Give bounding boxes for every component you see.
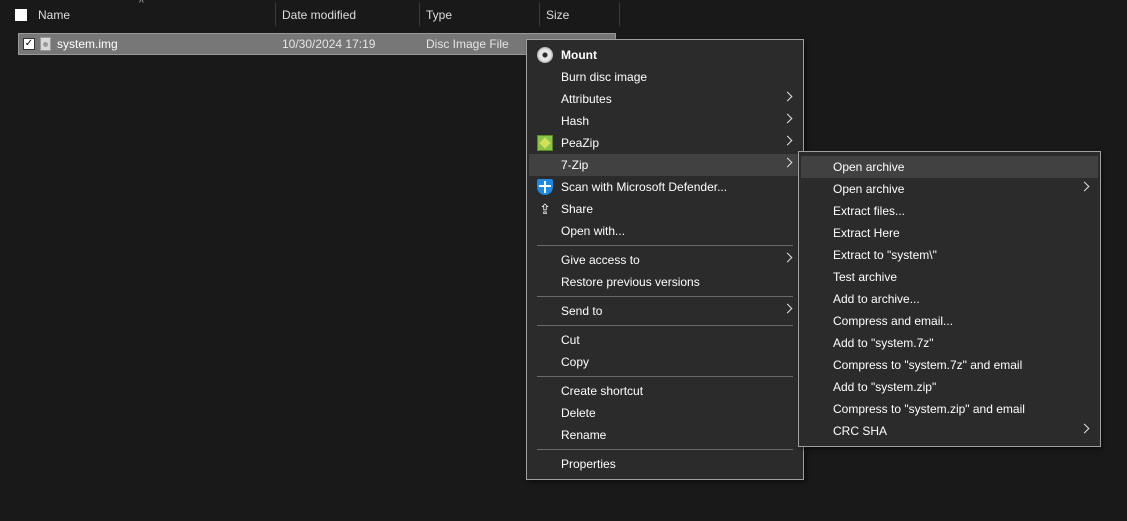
menu-item-label: CRC SHA — [833, 424, 888, 438]
sort-ascending-icon: ^ — [139, 0, 144, 9]
menu-item-label: Add to "system.zip" — [833, 380, 937, 394]
chevron-right-icon — [782, 303, 793, 314]
menu-item-label: Copy — [561, 355, 590, 369]
submenu-item-compress-7z-email[interactable]: Compress to "system.7z" and email — [801, 354, 1098, 376]
menu-item-label: Add to archive... — [833, 292, 920, 306]
7zip-submenu: Open archive Open archive Extract files.… — [798, 151, 1101, 447]
menu-item-label: Compress and email... — [833, 314, 954, 328]
defender-shield-icon — [537, 179, 553, 195]
menu-separator — [537, 325, 793, 326]
column-divider[interactable] — [275, 2, 276, 26]
column-type[interactable]: Type — [426, 8, 452, 22]
disc-icon — [537, 47, 553, 63]
chevron-right-icon — [782, 135, 793, 146]
column-date-modified[interactable]: Date modified — [282, 8, 356, 22]
menu-item-label: Open archive — [833, 182, 905, 196]
menu-item-label: Attributes — [561, 92, 612, 106]
menu-separator — [537, 245, 793, 246]
file-type: Disc Image File — [426, 37, 509, 51]
menu-item-send-to[interactable]: Send to — [529, 300, 801, 322]
submenu-item-open-archive-more[interactable]: Open archive — [801, 178, 1098, 200]
menu-item-label: Delete — [561, 406, 596, 420]
menu-item-cut[interactable]: Cut — [529, 329, 801, 351]
column-divider[interactable] — [419, 2, 420, 26]
file-date-modified: 10/30/2024 17:19 — [282, 37, 376, 51]
menu-item-label: Restore previous versions — [561, 275, 700, 289]
chevron-right-icon — [782, 157, 793, 168]
column-divider[interactable] — [539, 2, 540, 26]
menu-separator — [537, 296, 793, 297]
chevron-right-icon — [782, 252, 793, 263]
menu-item-label: Share — [561, 202, 594, 216]
menu-item-restore-previous-versions[interactable]: Restore previous versions — [529, 271, 801, 293]
menu-item-mount[interactable]: Mount — [529, 44, 801, 66]
column-name[interactable]: Name — [38, 8, 70, 22]
menu-item-label: Open with... — [561, 224, 626, 238]
submenu-item-add-to-zip[interactable]: Add to "system.zip" — [801, 376, 1098, 398]
file-name: system.img — [57, 37, 118, 51]
menu-item-label: Extract to "system\" — [833, 248, 937, 262]
menu-item-properties[interactable]: Properties — [529, 453, 801, 475]
submenu-item-test-archive[interactable]: Test archive — [801, 266, 1098, 288]
menu-item-share[interactable]: ⇪ Share — [529, 198, 801, 220]
disc-image-file-icon — [40, 37, 51, 51]
context-menu: Mount Burn disc image Attributes Hash Pe… — [526, 39, 804, 480]
menu-item-label: Compress to "system.zip" and email — [833, 402, 1025, 416]
chevron-right-icon — [1079, 181, 1090, 192]
select-all-checkbox[interactable] — [15, 9, 27, 21]
menu-item-label: Extract Here — [833, 226, 900, 240]
menu-separator — [537, 376, 793, 377]
menu-item-copy[interactable]: Copy — [529, 351, 801, 373]
submenu-item-compress-and-email[interactable]: Compress and email... — [801, 310, 1098, 332]
menu-item-label: Open archive — [833, 160, 905, 174]
menu-item-open-with[interactable]: Open with... — [529, 220, 801, 242]
submenu-item-crc-sha[interactable]: CRC SHA — [801, 420, 1098, 442]
menu-item-label: Burn disc image — [561, 70, 648, 84]
chevron-right-icon — [782, 91, 793, 102]
menu-item-label: 7-Zip — [561, 158, 589, 172]
column-divider[interactable] — [619, 2, 620, 26]
menu-item-peazip[interactable]: PeaZip — [529, 132, 801, 154]
menu-item-attributes[interactable]: Attributes — [529, 88, 801, 110]
submenu-item-add-to-7z[interactable]: Add to "system.7z" — [801, 332, 1098, 354]
menu-item-label: Cut — [561, 333, 580, 347]
menu-item-label: Scan with Microsoft Defender... — [561, 180, 728, 194]
submenu-item-open-archive[interactable]: Open archive — [801, 156, 1098, 178]
menu-item-label: Create shortcut — [561, 384, 644, 398]
menu-item-label: Extract files... — [833, 204, 906, 218]
submenu-item-extract-here[interactable]: Extract Here — [801, 222, 1098, 244]
menu-item-7zip[interactable]: 7-Zip — [529, 154, 801, 176]
menu-item-label: Properties — [561, 457, 616, 471]
menu-item-hash[interactable]: Hash — [529, 110, 801, 132]
column-size[interactable]: Size — [546, 8, 569, 22]
menu-item-label: PeaZip — [561, 136, 600, 150]
submenu-item-compress-zip-email[interactable]: Compress to "system.zip" and email — [801, 398, 1098, 420]
menu-item-label: Test archive — [833, 270, 898, 284]
menu-item-label: Compress to "system.7z" and email — [833, 358, 1023, 372]
menu-item-label: Add to "system.7z" — [833, 336, 934, 350]
menu-item-burn-disc-image[interactable]: Burn disc image — [529, 66, 801, 88]
submenu-item-extract-files[interactable]: Extract files... — [801, 200, 1098, 222]
menu-item-delete[interactable]: Delete — [529, 402, 801, 424]
menu-item-scan-defender[interactable]: Scan with Microsoft Defender... — [529, 176, 801, 198]
menu-item-label: Hash — [561, 114, 590, 128]
column-header: ^ Name Date modified Type Size — [0, 0, 1127, 30]
menu-item-label: Mount — [561, 48, 597, 62]
menu-item-label: Give access to — [561, 253, 640, 267]
peazip-icon — [537, 135, 553, 151]
menu-item-give-access[interactable]: Give access to — [529, 249, 801, 271]
menu-item-label: Rename — [561, 428, 607, 442]
submenu-item-add-to-archive[interactable]: Add to archive... — [801, 288, 1098, 310]
checkmark-icon[interactable]: ✓ — [23, 38, 35, 50]
share-icon: ⇪ — [539, 201, 551, 217]
chevron-right-icon — [1079, 423, 1090, 434]
menu-item-label: Send to — [561, 304, 603, 318]
menu-item-rename[interactable]: Rename — [529, 424, 801, 446]
chevron-right-icon — [782, 113, 793, 124]
menu-separator — [537, 449, 793, 450]
menu-item-create-shortcut[interactable]: Create shortcut — [529, 380, 801, 402]
submenu-item-extract-to-folder[interactable]: Extract to "system\" — [801, 244, 1098, 266]
